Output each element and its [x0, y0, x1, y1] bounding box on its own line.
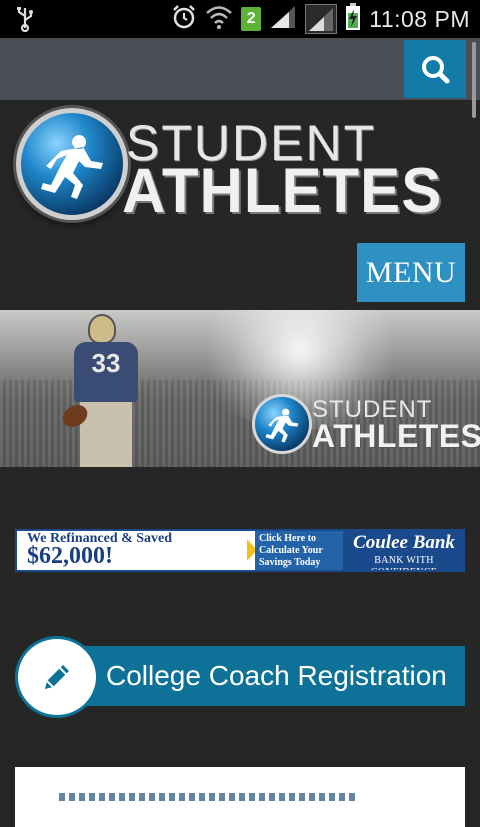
ad-amount: $62,000!	[27, 543, 113, 569]
menu-button[interactable]: MENU	[357, 243, 465, 302]
runner-logo-icon	[16, 108, 128, 220]
section-header: College Coach Registration	[15, 636, 465, 718]
ad-bank-name: Coulee Bank	[353, 532, 455, 553]
content-card	[15, 767, 465, 827]
signal-icon	[269, 4, 297, 35]
jersey-number: 33	[74, 342, 138, 402]
football-player-image: 33	[58, 310, 160, 467]
ad-bank-logo: Coulee Bank BANK WITH CONFIDENCE	[343, 531, 463, 570]
ad-banner[interactable]: We Refinanced & Saved $62,000! Click Her…	[15, 529, 465, 572]
ad-cta[interactable]: Click Here to Calculate Your Savings Tod…	[255, 531, 345, 570]
top-search-bar	[0, 38, 480, 100]
ad-left: We Refinanced & Saved $62,000!	[23, 531, 248, 570]
sim-badge: 2	[241, 7, 262, 31]
scrollbar[interactable]	[472, 42, 476, 118]
section-icon-circle	[15, 636, 99, 718]
search-button[interactable]	[404, 40, 466, 98]
section-title: College Coach Registration	[106, 660, 447, 691]
usb-icon	[14, 6, 36, 37]
site-logo[interactable]: STUDENT ATHLETES	[16, 106, 441, 226]
alarm-icon	[171, 4, 197, 35]
battery-charging-icon	[345, 2, 361, 36]
logo-line-2: ATHLETES	[122, 155, 443, 226]
runner-logo-icon	[252, 394, 312, 454]
wifi-icon	[205, 4, 233, 35]
status-bar: 2 11:08 PM	[0, 0, 480, 38]
signal-strength-icon	[305, 4, 338, 34]
pencil-icon	[45, 665, 69, 689]
search-icon	[422, 56, 450, 84]
hero-logo-line-2: ATHLETES	[312, 418, 480, 454]
hero-banner: 33 STUDENT ATHLETES	[0, 310, 480, 467]
hero-logo: STUDENT ATHLETES	[252, 394, 480, 458]
ad-bank-tagline: BANK WITH CONFIDENCE	[371, 555, 437, 570]
status-time: 11:08 PM	[369, 5, 470, 32]
